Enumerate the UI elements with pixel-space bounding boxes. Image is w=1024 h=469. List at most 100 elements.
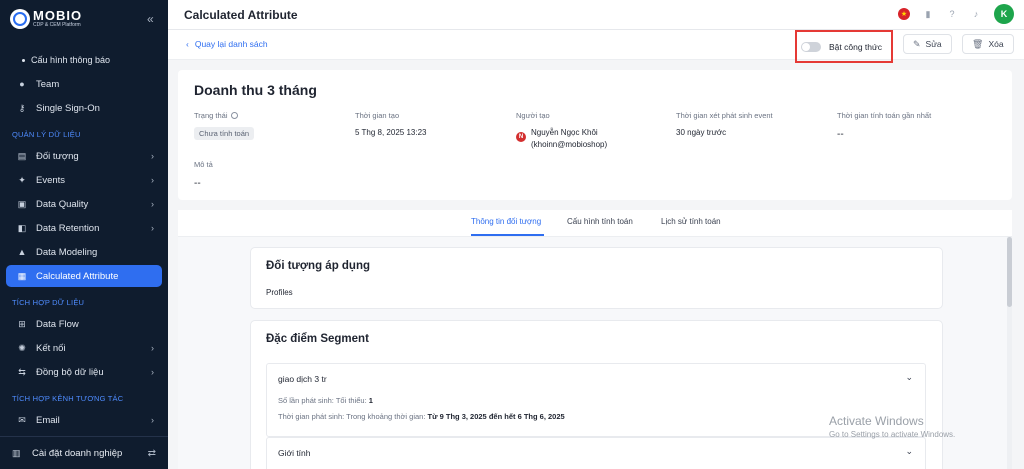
sidebar-section-channel-integration: TÍCH HỢP KÊNH TƯƠNG TÁC bbox=[12, 394, 124, 403]
segment-item-name: giao dịch 3 tr bbox=[278, 374, 327, 384]
dataflow-icon: ⊞ bbox=[18, 318, 26, 329]
description-label: Mô tả bbox=[194, 160, 213, 169]
sidebar-item-label: Data Modeling bbox=[36, 246, 98, 258]
logo-subtitle: CDP & CEM Platform bbox=[33, 21, 81, 28]
tab-calculation-history[interactable]: Lịch sử tính toán bbox=[661, 217, 721, 226]
building-icon: ▥ bbox=[12, 447, 21, 458]
bell-icon[interactable]: ♪ bbox=[970, 8, 982, 20]
calculator-icon: ▦ bbox=[17, 270, 27, 281]
sidebar-subitem-notification-config[interactable]: Cấu hình thông báo bbox=[22, 55, 110, 65]
sidebar-item-objects[interactable]: ▤ Đối tượng › bbox=[6, 145, 162, 167]
info-icon[interactable] bbox=[230, 112, 238, 119]
switch-icon[interactable]: ⇄ bbox=[148, 448, 156, 459]
mobio-logo-icon bbox=[10, 9, 30, 29]
chevron-right-icon: › bbox=[151, 367, 154, 377]
sidebar-item-label: Calculated Attribute bbox=[36, 270, 119, 282]
pencil-icon: ✎ bbox=[913, 38, 921, 49]
sidebar-item-data-flow[interactable]: ⊞ Data Flow bbox=[6, 313, 162, 335]
back-to-list-link[interactable]: ‹ Quay lại danh sách bbox=[186, 39, 268, 49]
business-settings-button[interactable]: ▥ Cài đặt doanh nghiệp ⇄ bbox=[0, 436, 168, 469]
tabs-bar: Thông tin đối tượng Cấu hình tính toán L… bbox=[178, 210, 1012, 237]
status-badge: Chưa tính toán bbox=[194, 127, 255, 140]
chevron-right-icon: › bbox=[151, 175, 154, 185]
active-tab-indicator bbox=[471, 234, 544, 236]
sidebar-item-connections[interactable]: ✺ Kết nối › bbox=[6, 337, 162, 359]
logo[interactable]: MOBIO CDP & CEM Platform bbox=[10, 8, 98, 30]
segment-occurrence-line: Số lần phát sinh: Tối thiểu: 1 bbox=[278, 396, 373, 405]
vietnam-flag-icon[interactable]: ★ bbox=[898, 8, 910, 20]
collapse-sidebar-icon[interactable]: « bbox=[147, 12, 154, 26]
sidebar-item-data-quality[interactable]: ▣ Data Quality › bbox=[6, 193, 162, 215]
segment-card: Đặc điểm Segment giao dịch 3 tr ⌄ Số lần… bbox=[250, 320, 943, 469]
watermark-subtitle: Go to Settings to activate Windows. bbox=[829, 430, 956, 439]
sidebar-item-label: Đồng bộ dữ liệu bbox=[36, 366, 104, 378]
formula-toggle-highlight: Bật công thức bbox=[795, 30, 893, 63]
book-icon[interactable]: ▮ bbox=[922, 8, 934, 20]
sidebar-item-data-modeling[interactable]: ▲ Data Modeling bbox=[6, 241, 162, 263]
creator-name: Nguyễn Ngọc Khôi bbox=[531, 128, 598, 137]
sidebar-item-label: Single Sign-On bbox=[36, 102, 100, 114]
event-window-value: 30 ngày trước bbox=[676, 128, 727, 137]
windows-activation-watermark: Activate Windows Go to Settings to activ… bbox=[829, 414, 955, 439]
segment-item[interactable]: Giới tính ⌄ bbox=[266, 437, 926, 469]
creator-avatar: N bbox=[516, 132, 526, 142]
attribute-title: Doanh thu 3 tháng bbox=[194, 82, 317, 98]
chevron-down-icon[interactable]: ⌄ bbox=[905, 372, 913, 383]
last-calc-label: Thời gian tính toán gần nhất bbox=[837, 111, 932, 120]
bullet-icon bbox=[22, 58, 25, 62]
chevron-right-icon: › bbox=[151, 223, 154, 233]
chevron-right-icon: › bbox=[151, 343, 154, 353]
key-icon: ⚷ bbox=[18, 102, 26, 113]
sidebar-item-data-sync[interactable]: ⇆ Đồng bộ dữ liệu › bbox=[6, 361, 162, 383]
segment-time-line: Thời gian phát sinh: Trong khoảng thời g… bbox=[278, 412, 565, 421]
sidebar-item-label: Events bbox=[36, 174, 66, 186]
creator-email: (khoinn@mobioshop) bbox=[531, 140, 608, 149]
content-scrollbar[interactable] bbox=[1007, 237, 1012, 469]
sidebar-section-data-integration: TÍCH HỢP DỮ LIỆU bbox=[12, 298, 85, 307]
watermark-title: Activate Windows bbox=[829, 414, 924, 428]
help-icon[interactable]: ? bbox=[946, 8, 958, 20]
edit-button[interactable]: ✎ Sửa bbox=[903, 34, 952, 54]
delete-button[interactable]: 🗑 Xóa bbox=[962, 34, 1014, 54]
chevron-right-icon: › bbox=[151, 415, 154, 425]
tab-object-info[interactable]: Thông tin đối tượng bbox=[471, 217, 541, 226]
logo-name: MOBIO bbox=[33, 7, 83, 23]
status-label: Trạng thái bbox=[194, 111, 238, 120]
scrollbar-thumb[interactable] bbox=[1007, 237, 1012, 307]
created-time-value: 5 Thg 8, 2025 13:23 bbox=[355, 128, 427, 137]
sidebar-item-events[interactable]: ✦ Events › bbox=[6, 169, 162, 191]
segment-title: Đặc điểm Segment bbox=[266, 333, 369, 345]
chevron-right-icon: › bbox=[151, 151, 154, 161]
sidebar-subitem-label: Cấu hình thông báo bbox=[31, 55, 111, 65]
formula-toggle-switch[interactable] bbox=[801, 41, 821, 52]
sidebar-item-label: Email bbox=[36, 414, 60, 426]
sidebar-item-data-retention[interactable]: ◧ Data Retention › bbox=[6, 217, 162, 239]
created-time-label: Thời gian tạo bbox=[355, 111, 400, 120]
connect-icon: ✺ bbox=[18, 342, 26, 353]
sidebar-item-single-sign-on[interactable]: ⚷ Single Sign-On bbox=[6, 97, 162, 119]
retention-icon: ◧ bbox=[17, 222, 27, 233]
sidebar-item-email[interactable]: ✉ Email › bbox=[6, 409, 162, 431]
sidebar-item-calculated-attribute[interactable]: ▦ Calculated Attribute bbox=[6, 265, 162, 287]
back-link-label: Quay lại danh sách bbox=[194, 39, 268, 49]
team-icon: ● bbox=[19, 79, 25, 89]
business-settings-label: Cài đặt doanh nghiệp bbox=[32, 447, 123, 459]
sidebar-item-label: Team bbox=[36, 78, 60, 90]
segment-item[interactable]: giao dịch 3 tr ⌄ Số lần phát sinh: Tối t… bbox=[266, 363, 926, 437]
tab-calculation-config[interactable]: Cấu hình tính toán bbox=[567, 217, 633, 226]
sidebar-item-team[interactable]: ● Team bbox=[6, 73, 162, 95]
chevron-down-icon[interactable]: ⌄ bbox=[905, 446, 913, 457]
delete-button-label: Xóa bbox=[988, 39, 1004, 49]
last-calc-value: -- bbox=[837, 129, 844, 140]
user-avatar[interactable]: K bbox=[994, 4, 1014, 24]
chevron-right-icon: › bbox=[151, 199, 154, 209]
attribute-info-card: Doanh thu 3 tháng Trạng thái Chưa tính t… bbox=[178, 70, 1012, 200]
email-icon: ✉ bbox=[18, 414, 26, 425]
page-title: Calculated Attribute bbox=[184, 8, 298, 22]
table-icon: ▤ bbox=[17, 150, 27, 161]
sync-icon: ⇆ bbox=[18, 366, 26, 377]
events-icon: ✦ bbox=[18, 174, 26, 185]
quality-icon: ▣ bbox=[17, 198, 27, 209]
sub-header: ‹ Quay lại danh sách Bật công thức ✎ Sửa… bbox=[168, 30, 1024, 63]
sidebar-item-label: Data Quality bbox=[36, 198, 89, 210]
